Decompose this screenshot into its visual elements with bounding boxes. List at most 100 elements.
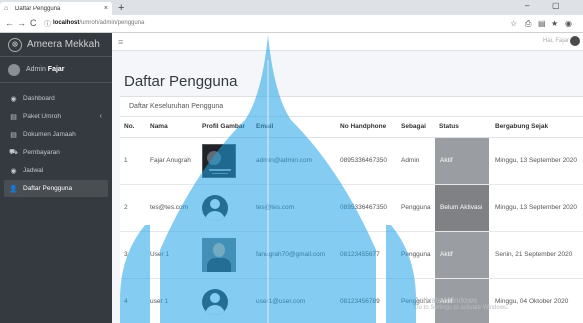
main-content: Daftar Pengguna Daftar Keseluruhan Pengg… bbox=[112, 51, 583, 323]
tab-title: Daftar Pengguna bbox=[15, 5, 61, 12]
column-header: Sebagai bbox=[397, 117, 435, 138]
status-cell: Aktif bbox=[435, 137, 491, 185]
avatar bbox=[8, 63, 20, 76]
reload-icon[interactable]: C bbox=[30, 18, 37, 29]
status-badge[interactable]: Aktif bbox=[435, 231, 489, 277]
chevron-left-icon: ‹ bbox=[99, 113, 102, 120]
sidebar-item-pembayaran[interactable]: ⛟ Pembayaran bbox=[4, 144, 108, 161]
phone-cell: 08123456789 bbox=[336, 278, 397, 323]
maximize-icon[interactable]: ▢ bbox=[552, 1, 560, 10]
sidebar-item-label: Dokumen Jamaah bbox=[23, 131, 76, 138]
sidebar-item-label: Paket Umroh bbox=[23, 113, 61, 120]
url-path: /umroh/admin/pengguna bbox=[79, 20, 145, 26]
close-tab-icon[interactable]: × bbox=[104, 5, 108, 13]
brand-name: Ameera Mekkah bbox=[27, 39, 100, 50]
browser-tab[interactable]: ⌂ Daftar Pengguna × bbox=[0, 2, 112, 15]
phone-cell: 08123455677 bbox=[336, 231, 397, 279]
profile-photo bbox=[202, 143, 236, 178]
column-header: Profil Gambar bbox=[198, 117, 252, 138]
status-cell: Aktif bbox=[435, 231, 491, 279]
hamburger-menu-icon[interactable]: ≡ bbox=[118, 37, 123, 47]
sidebar-menu: ◉ Dashboard ▤ Paket Umroh ‹ ▤ Dokumen Ja… bbox=[0, 83, 112, 197]
url-field[interactable]: localhost/umroh/admin/pengguna bbox=[53, 20, 144, 26]
profile-picture-cell bbox=[198, 278, 252, 323]
phone-cell: 0895336467350 bbox=[336, 137, 397, 185]
shipping-icon: ⛟ bbox=[9, 149, 18, 156]
default-avatar-icon bbox=[202, 288, 228, 315]
table-row: 4 user 1 user1@user.com 08123456789 Peng… bbox=[120, 278, 583, 323]
column-header: Status bbox=[435, 117, 491, 138]
forward-icon[interactable]: → bbox=[17, 18, 26, 29]
extension-icon[interactable]: ⎙ bbox=[525, 19, 531, 28]
user-name-cell: user 1 bbox=[146, 278, 198, 323]
email-cell: user1@user.com bbox=[252, 278, 336, 323]
minimize-icon[interactable]: – bbox=[525, 1, 529, 10]
table-header-row: No. Nama Profil Gambar Email No Handphon… bbox=[120, 117, 583, 138]
role-cell: Admin bbox=[397, 137, 435, 185]
joined-cell: Minggu, 13 September 2020 bbox=[491, 137, 583, 185]
sidebar-item-label: Dashboard bbox=[23, 95, 55, 102]
profile-picture-cell bbox=[198, 184, 252, 232]
row-number: 2 bbox=[120, 184, 146, 232]
users-table: No. Nama Profil Gambar Email No Handphon… bbox=[120, 117, 583, 323]
brand-logo-icon: ☸ bbox=[8, 37, 22, 52]
user-icon: 👤 bbox=[9, 185, 18, 193]
extension-icon[interactable]: ★ bbox=[551, 19, 558, 28]
palette-icon: ◉ bbox=[10, 95, 17, 103]
avatar[interactable] bbox=[570, 36, 580, 46]
activate-windows-watermark: Activate Windows Go to Settings to activ… bbox=[414, 296, 509, 311]
browser-tab-bar: ⌂ Daftar Pengguna × + – ▢ bbox=[0, 0, 583, 15]
watermark-subtitle: Go to Settings to activate Windows. bbox=[414, 305, 509, 311]
email-cell: admin@admin.com bbox=[252, 137, 336, 185]
joined-cell: Senin, 21 September 2020 bbox=[491, 231, 583, 279]
back-icon[interactable]: ← bbox=[5, 18, 14, 29]
user-prefix: Admin bbox=[26, 66, 46, 73]
user-label: Admin Fajar bbox=[26, 66, 65, 73]
sidebar-item-label: Pembayaran bbox=[23, 149, 60, 156]
default-avatar-icon bbox=[202, 194, 228, 221]
user-name: Fajar bbox=[47, 66, 65, 73]
sidebar-item-label: Daftar Pengguna bbox=[23, 185, 73, 192]
document-icon: ▤ bbox=[10, 113, 17, 121]
sidebar-item-paket-umroh[interactable]: ▤ Paket Umroh ‹ bbox=[4, 108, 108, 125]
document-icon: ▤ bbox=[10, 131, 17, 139]
brand[interactable]: ☸ Ameera Mekkah bbox=[0, 33, 112, 57]
user-panel[interactable]: Admin Fajar bbox=[0, 57, 112, 83]
address-bar: ← → C ⓘ localhost/umroh/admin/pengguna ☆… bbox=[0, 15, 583, 33]
bookmark-star-icon[interactable]: ☆ bbox=[510, 19, 517, 28]
status-badge[interactable]: Belum Aktivasi bbox=[435, 184, 489, 230]
user-name-cell: User 1 bbox=[146, 231, 198, 279]
role-cell: Pengguna bbox=[397, 184, 435, 232]
extension-icon[interactable]: ▤ bbox=[538, 19, 546, 28]
sidebar-item-jadwal[interactable]: ◉ Jadwal bbox=[4, 162, 108, 179]
column-header: Nama bbox=[146, 117, 198, 138]
status-badge[interactable]: Aktif bbox=[435, 137, 489, 183]
calendar-icon: ◉ bbox=[10, 167, 17, 175]
phone-cell: 0895336467350 bbox=[336, 184, 397, 232]
table-row: 3 User 1 fanugrah70@gmail.com 0812345567… bbox=[120, 231, 583, 279]
sidebar-item-dashboard[interactable]: ◉ Dashboard bbox=[4, 90, 108, 107]
row-number: 4 bbox=[120, 278, 146, 323]
sidebar-item-daftar-pengguna[interactable]: 👤 Daftar Pengguna bbox=[4, 180, 108, 197]
card-header: Daftar Keseluruhan Pengguna bbox=[120, 97, 583, 117]
site-info-icon[interactable]: ⓘ bbox=[44, 19, 51, 29]
column-header: Email bbox=[252, 117, 336, 138]
email-cell: fanugrah70@gmail.com bbox=[252, 231, 336, 279]
table-row: 1 Fajar Anugrah admin@admin.com 08953364… bbox=[120, 137, 583, 185]
sidebar-item-label: Jadwal bbox=[23, 167, 44, 174]
role-cell: Pengguna bbox=[397, 231, 435, 279]
greeting-text[interactable]: Hai, Fajar bbox=[543, 38, 569, 44]
status-cell: Belum Aktivasi bbox=[435, 184, 491, 232]
profile-photo bbox=[202, 237, 236, 272]
sidebar-item-dokumen-jamaah[interactable]: ▤ Dokumen Jamaah bbox=[4, 126, 108, 143]
column-header: No. bbox=[120, 117, 146, 138]
new-tab-button[interactable]: + bbox=[118, 2, 124, 14]
email-cell: tes@tes.com bbox=[252, 184, 336, 232]
row-number: 1 bbox=[120, 137, 146, 185]
profile-icon[interactable]: ◉ bbox=[565, 19, 572, 28]
top-navbar: ≡ Hai, Fajar bbox=[112, 33, 583, 51]
sidebar: ☸ Ameera Mekkah Admin Fajar ◉ Dashboard … bbox=[0, 33, 112, 323]
watermark-title: Activate Windows bbox=[414, 296, 478, 305]
users-card: Daftar Keseluruhan Pengguna No. Nama Pro… bbox=[120, 96, 583, 323]
profile-picture-cell bbox=[198, 137, 252, 185]
